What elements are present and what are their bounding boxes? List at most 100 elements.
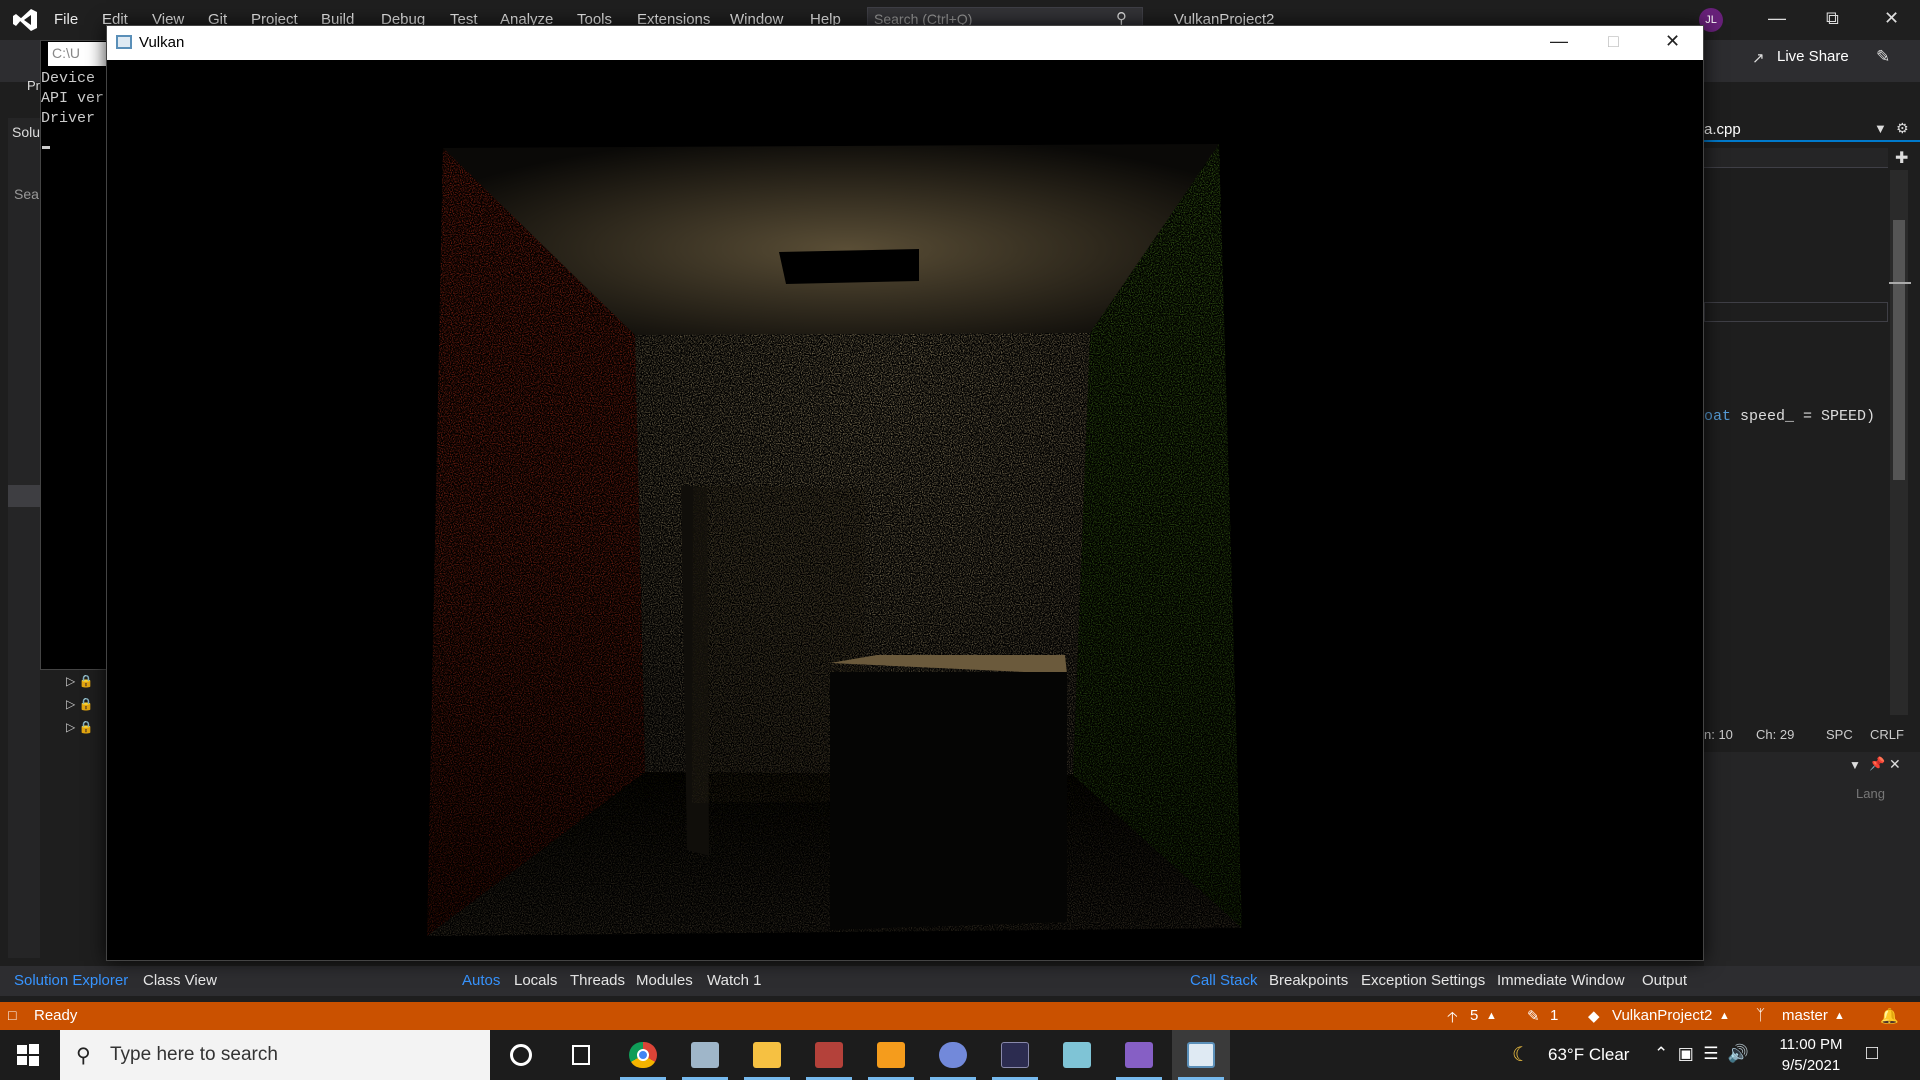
tool-window-tabs <box>0 966 1920 996</box>
console-line: Device <box>41 70 96 87</box>
line-ending[interactable]: CRLF <box>1870 727 1904 742</box>
code-keyword: oat <box>1704 408 1732 425</box>
tab-dropdown-icon[interactable]: ▼ <box>1874 121 1887 136</box>
repo-icon[interactable]: ◆ <box>1588 1007 1600 1025</box>
cornell-box <box>427 144 1242 936</box>
vulkan-title-bar[interactable] <box>107 26 1703 60</box>
task-view-icon[interactable] <box>552 1030 610 1080</box>
chrome-icon[interactable] <box>614 1030 672 1080</box>
code-text: speed_ = SPEED) <box>1731 408 1876 425</box>
clock-date: 9/5/2021 <box>1781 1057 1841 1074</box>
solution-explorer-panel <box>8 118 40 958</box>
solution-explorer-title: Solu <box>12 124 41 140</box>
tab-output[interactable]: Output <box>1642 972 1687 989</box>
tab-breakpoints[interactable]: Breakpoints <box>1269 972 1348 989</box>
branch-name[interactable]: master <box>1782 1007 1828 1024</box>
taskbar-search-placeholder[interactable]: Type here to search <box>110 1044 278 1066</box>
cortana-icon[interactable] <box>492 1030 550 1080</box>
live-share-button[interactable]: Live Share <box>1777 48 1849 65</box>
dropdown-icon[interactable]: ▼ <box>1849 758 1861 772</box>
repository-name[interactable]: VulkanProject2 <box>1612 1007 1712 1024</box>
tab-class-view[interactable]: Class View <box>143 972 217 989</box>
line-number[interactable]: n: 10 <box>1704 727 1733 742</box>
pencil-icon[interactable]: ✎ <box>1527 1007 1540 1025</box>
notification-bell-icon[interactable]: 🔔 <box>1880 1007 1899 1025</box>
terminal-icon[interactable] <box>986 1030 1044 1080</box>
rendered-scene-canvas[interactable] <box>107 60 1703 960</box>
console-line: API ver <box>41 90 105 107</box>
tab-modules[interactable]: Modules <box>636 972 693 989</box>
changes-count[interactable]: 1 <box>1550 1007 1558 1024</box>
console-line: Driver <box>41 110 96 127</box>
editor-status-line: n: 10 Ch: 29 SPC CRLF <box>1704 724 1920 744</box>
unpushed-commits-count[interactable]: 5 <box>1470 1007 1478 1024</box>
search-icon: ⚲ <box>76 1045 91 1067</box>
weather-moon-icon: ☾ <box>1512 1044 1530 1066</box>
tree-node[interactable]: ▷ 🔒 <box>66 720 94 734</box>
tree-node[interactable]: ▷ 🔒 <box>66 674 94 688</box>
right-tool-panel <box>1704 752 1920 966</box>
tab-locals[interactable]: Locals <box>514 972 557 989</box>
media-app-icon[interactable] <box>800 1030 858 1080</box>
member-dropdown[interactable] <box>1704 148 1888 168</box>
system-tray[interactable]: ⌃ ▣ ☰ 🔊 <box>1654 1044 1749 1064</box>
caret-up-icon[interactable]: ▲ <box>1486 1010 1497 1022</box>
editor-highlight-box <box>1704 302 1888 322</box>
branch-icon[interactable]: ᛉ <box>1756 1007 1765 1024</box>
short-block-front <box>830 672 1067 930</box>
solution-explorer-search[interactable]: Sea <box>14 186 39 202</box>
windows-start-icon[interactable] <box>16 1043 40 1067</box>
file-explorer-icon[interactable] <box>738 1030 796 1080</box>
feedback-icon[interactable]: ✎ <box>1876 47 1890 67</box>
pin-icon[interactable]: 📌 <box>1869 756 1885 772</box>
restore-icon[interactable]: ⧉ <box>1826 8 1839 29</box>
console-title[interactable]: C:\U <box>48 42 108 66</box>
push-arrow-icon[interactable]: 🡡 <box>1447 1007 1458 1032</box>
status-ready: Ready <box>34 1007 78 1024</box>
editor-tab[interactable]: a.cpp <box>1704 118 1920 142</box>
visual-studio-logo-icon[interactable] <box>12 8 38 32</box>
maximize-icon[interactable]: □ <box>1608 31 1619 52</box>
gear-icon[interactable]: ⚙ <box>1896 120 1909 137</box>
clock-time: 11:00 PM <box>1779 1036 1843 1053</box>
clock[interactable]: 11:00 PM 9/5/2021 <box>1776 1034 1846 1076</box>
photos-icon[interactable] <box>676 1030 734 1080</box>
notepad-icon[interactable] <box>1048 1030 1106 1080</box>
column-number[interactable]: Ch: 29 <box>1756 727 1794 742</box>
action-center-icon[interactable]: □ <box>1866 1042 1878 1065</box>
caret-up-icon[interactable]: ▲ <box>1834 1010 1845 1022</box>
split-icon[interactable]: ✚ <box>1895 148 1908 168</box>
toolbar-label: Pr <box>27 78 40 93</box>
caret-up-icon[interactable]: ▲ <box>1719 1010 1730 1022</box>
minimize-icon[interactable]: — <box>1550 31 1568 52</box>
close-icon[interactable]: ✕ <box>1665 31 1680 52</box>
close-icon[interactable]: ✕ <box>1884 8 1899 29</box>
tab-threads[interactable]: Threads <box>570 972 625 989</box>
close-icon[interactable]: ✕ <box>1889 756 1901 773</box>
weather-text[interactable]: 63°F Clear <box>1548 1045 1629 1065</box>
tab-call-stack[interactable]: Call Stack <box>1190 972 1258 989</box>
vulkan-window-title: Vulkan <box>139 34 185 51</box>
ceiling-light <box>779 249 919 284</box>
minimize-icon[interactable]: — <box>1768 8 1786 29</box>
sublime-text-icon[interactable] <box>862 1030 920 1080</box>
console-cursor <box>42 146 50 149</box>
tab-watch-1[interactable]: Watch 1 <box>707 972 761 989</box>
discord-icon[interactable] <box>924 1030 982 1080</box>
tab-exception-settings[interactable]: Exception Settings <box>1361 972 1485 989</box>
scroll-marker <box>1889 282 1911 284</box>
vulkan-app-icon[interactable] <box>1172 1030 1230 1080</box>
tab-autos[interactable]: Autos <box>462 972 500 989</box>
app-window-icon <box>116 35 132 49</box>
code-line: oat speed_ = SPEED) <box>1704 408 1875 425</box>
tab-immediate-window[interactable]: Immediate Window <box>1497 972 1625 989</box>
ready-icon: □ <box>8 1007 17 1023</box>
menu-file[interactable]: File <box>54 11 78 28</box>
share-icon[interactable]: ↗ <box>1752 49 1765 67</box>
tab-solution-explorer[interactable]: Solution Explorer <box>14 972 128 989</box>
whitespace-mode[interactable]: SPC <box>1826 727 1853 742</box>
scrollbar-thumb[interactable] <box>1893 220 1905 480</box>
tree-node[interactable]: ▷ 🔒 <box>66 697 94 711</box>
visual-studio-icon[interactable] <box>1110 1030 1168 1080</box>
console-window[interactable] <box>40 40 110 670</box>
